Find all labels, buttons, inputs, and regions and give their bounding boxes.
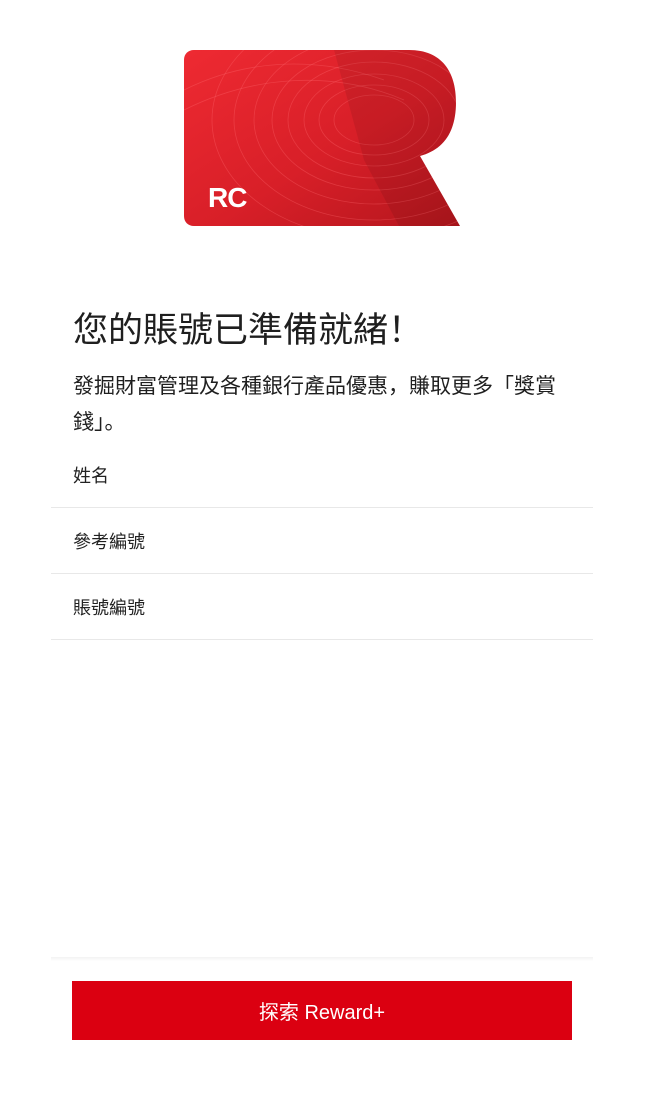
card-brand-text: RC xyxy=(208,182,247,213)
info-row-reference-number: 參考編號 xyxy=(51,508,593,574)
info-row-name: 姓名 xyxy=(51,442,593,508)
reward-card-image: RC xyxy=(184,50,462,228)
info-label-reference-number: 參考編號 xyxy=(73,531,145,553)
page-title: 您的賬號已準備就緒！ xyxy=(73,311,424,351)
info-row-account-number: 賬號編號 xyxy=(51,574,593,640)
account-info-list: 姓名 參考編號 賬號編號 xyxy=(51,442,593,640)
info-label-name: 姓名 xyxy=(73,465,109,487)
info-label-account-number: 賬號編號 xyxy=(73,597,145,619)
account-ready-screen: RC 您的賬號已準備就緒！ 發掘財富管理及各種銀行產品優惠，賺取更多「獎賞錢」。… xyxy=(0,0,656,1094)
bottom-divider xyxy=(51,957,593,961)
explore-reward-button[interactable]: 探索 Reward+ xyxy=(72,981,572,1040)
page-subtitle: 發掘財富管理及各種銀行產品優惠，賺取更多「獎賞錢」。 xyxy=(73,374,556,434)
